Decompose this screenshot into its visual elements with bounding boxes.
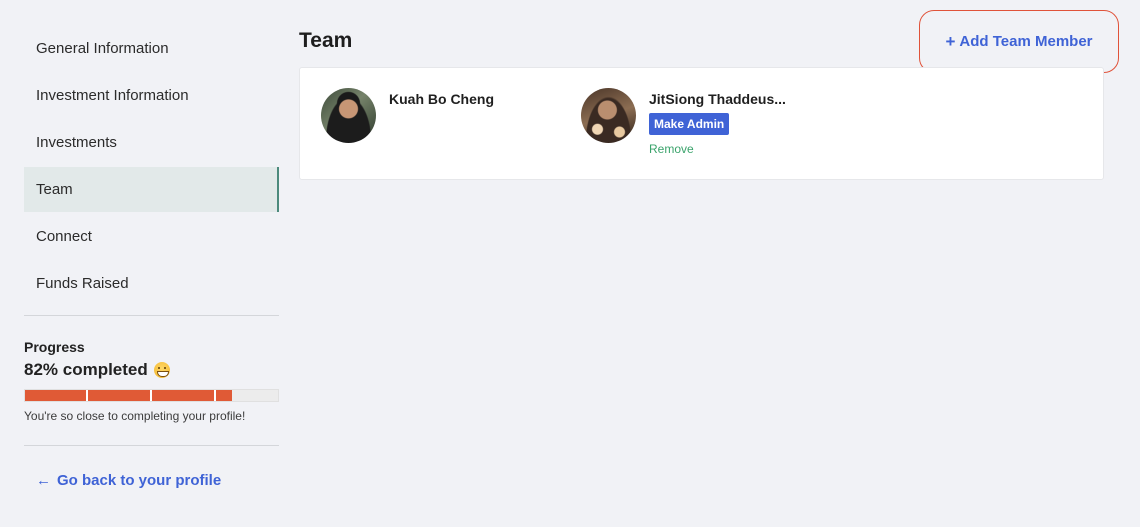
progress-section: Progress 82% completed You're so close t… [24,316,279,445]
sidebar-item-funds-raised[interactable]: Funds Raised [24,261,279,306]
progress-value: 82% completed [24,360,279,380]
avatar [581,88,636,143]
team-member: JitSiong Thaddeus... Make Admin Remove [581,88,786,156]
member-info: JitSiong Thaddeus... Make Admin Remove [649,88,786,156]
member-name: JitSiong Thaddeus... [649,91,786,107]
member-name: Kuah Bo Cheng [389,91,494,107]
sidebar: General Information Investment Informati… [24,26,279,489]
progress-message: You're so close to completing your profi… [24,409,246,423]
sidebar-item-general-information[interactable]: General Information [24,26,279,71]
progress-bar-separator [150,390,152,401]
team-members-card: Kuah Bo Cheng JitSiong Thaddeus... Make … [299,67,1104,180]
progress-bar-separator [86,390,88,401]
progress-bar [24,389,279,402]
arrow-left-icon: ← [36,472,51,489]
back-to-profile-label: Go back to your profile [57,472,222,489]
make-admin-button[interactable]: Make Admin [649,113,730,135]
sidebar-item-investments[interactable]: Investments [24,120,279,165]
sidebar-item-investment-information[interactable]: Investment Information [24,73,279,118]
sidebar-divider [24,445,279,446]
sidebar-item-team[interactable]: Team [24,167,279,212]
add-team-member-label: Add Team Member [959,33,1093,50]
sidebar-item-connect[interactable]: Connect [24,214,279,259]
back-to-profile-link[interactable]: ← Go back to your profile [24,472,279,489]
member-info: Kuah Bo Cheng [389,88,494,143]
grinning-face-icon [153,362,170,378]
avatar [321,88,376,143]
team-member: Kuah Bo Cheng [321,88,494,143]
progress-bar-fill [25,390,233,401]
progress-value-text: 82% completed [24,360,148,379]
page-title: Team [299,29,353,52]
remove-member-link[interactable]: Remove [649,142,786,156]
progress-bar-separator [214,390,216,401]
add-team-member-button[interactable]: + Add Team Member [919,10,1119,73]
plus-icon: + [945,31,956,51]
progress-label: Progress [24,339,85,355]
